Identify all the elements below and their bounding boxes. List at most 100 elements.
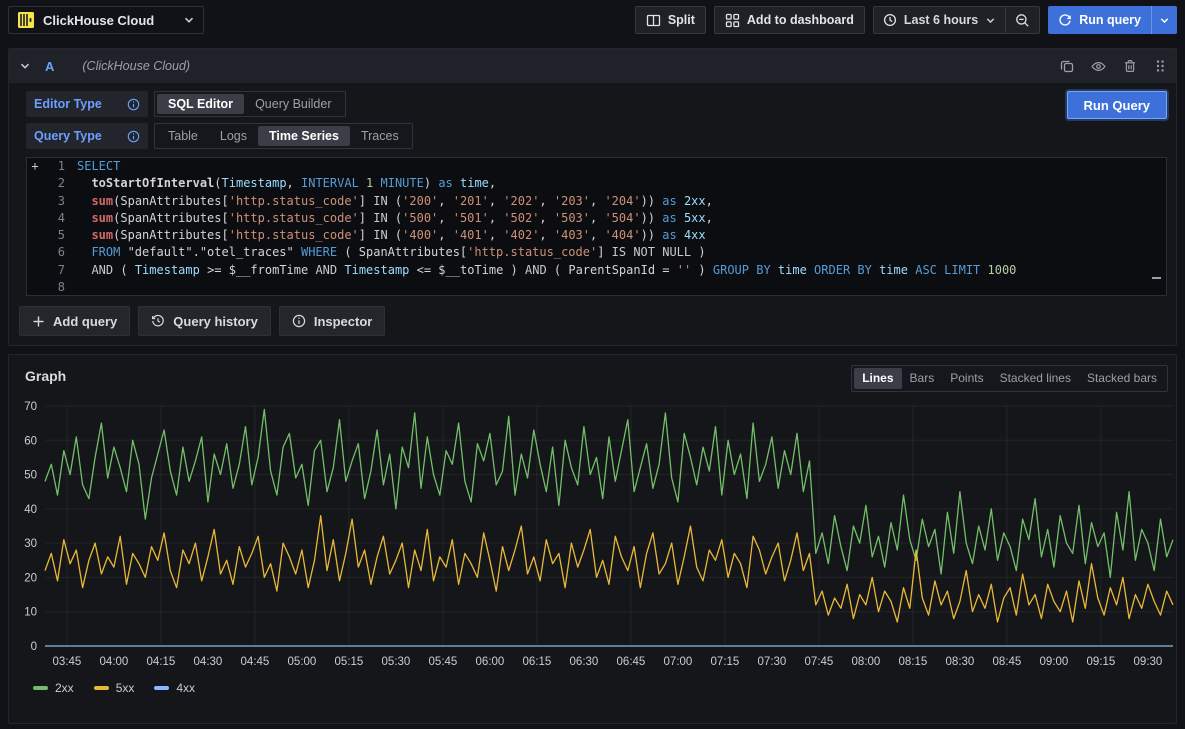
graph-panel: Graph Lines Bars Points Stacked lines St… [8, 354, 1177, 724]
add-query-button[interactable]: Add query [19, 306, 130, 336]
editor-type-label: Editor Type [34, 97, 102, 111]
legend-item-5xx[interactable]: 5xx [94, 681, 135, 695]
svg-text:07:45: 07:45 [805, 656, 834, 668]
query-history-label: Query history [173, 314, 258, 329]
zoom-out-button[interactable] [1005, 7, 1039, 33]
inspector-button[interactable]: Inspector [279, 306, 386, 336]
info-icon[interactable] [127, 98, 140, 111]
svg-text:04:45: 04:45 [241, 656, 270, 668]
svg-text:0: 0 [31, 641, 37, 653]
svg-text:08:30: 08:30 [946, 656, 975, 668]
clickhouse-logo-icon [17, 11, 35, 29]
svg-text:09:30: 09:30 [1134, 656, 1163, 668]
run-query-button-top[interactable]: Run query [1048, 6, 1151, 34]
datasource-picker[interactable]: ClickHouse Cloud [8, 6, 204, 34]
sql-line-8[interactable]: 8 [27, 279, 1166, 296]
info-icon[interactable] [127, 130, 140, 143]
svg-text:08:15: 08:15 [899, 656, 928, 668]
add-to-dashboard-button[interactable]: Add to dashboard [714, 6, 865, 34]
editor-cursor [1152, 277, 1161, 279]
query-type-table[interactable]: Table [157, 126, 209, 146]
graph-title: Graph [25, 368, 66, 384]
legend-item-4xx[interactable]: 4xx [154, 681, 195, 695]
run-query-dropdown[interactable] [1151, 6, 1177, 34]
query-type-time-series[interactable]: Time Series [258, 126, 350, 146]
svg-text:60: 60 [24, 435, 37, 447]
sql-code-editor[interactable]: +1SELECT2 toStartOfInterval(Timestamp, I… [26, 157, 1167, 296]
query-type-logs[interactable]: Logs [209, 126, 258, 146]
query-type-label-box: Query Type [26, 123, 148, 149]
datasource-name: ClickHouse Cloud [43, 13, 175, 28]
svg-text:09:00: 09:00 [1040, 656, 1069, 668]
sql-line-2[interactable]: 2 toStartOfInterval(Timestamp, INTERVAL … [27, 175, 1166, 192]
plus-icon [32, 315, 45, 328]
svg-text:04:00: 04:00 [100, 656, 129, 668]
time-range-label: Last 6 hours [904, 13, 978, 27]
duplicate-icon[interactable] [1060, 59, 1074, 73]
svg-text:10: 10 [24, 607, 37, 619]
svg-text:08:45: 08:45 [993, 656, 1022, 668]
svg-text:05:30: 05:30 [382, 656, 411, 668]
query-history-button[interactable]: Query history [138, 306, 271, 336]
mode-stacked-lines[interactable]: Stacked lines [992, 368, 1079, 389]
svg-text:06:30: 06:30 [570, 656, 599, 668]
editor-type-query-builder[interactable]: Query Builder [244, 94, 342, 114]
eye-icon[interactable] [1091, 59, 1106, 74]
query-type-traces[interactable]: Traces [350, 126, 410, 146]
sql-code-lines: +1SELECT2 toStartOfInterval(Timestamp, I… [27, 158, 1166, 296]
query-actions [1060, 59, 1166, 74]
mode-stacked-bars[interactable]: Stacked bars [1079, 368, 1165, 389]
split-button[interactable]: Split [635, 6, 706, 34]
svg-text:50: 50 [24, 470, 37, 482]
legend-item-2xx[interactable]: 2xx [33, 681, 74, 695]
run-query-label: Run query [1079, 13, 1141, 27]
drag-handle-icon[interactable] [1154, 59, 1166, 73]
sql-line-1[interactable]: +1SELECT [27, 158, 1166, 175]
sql-line-4[interactable]: 4 sum(SpanAttributes['http.status_code']… [27, 210, 1166, 227]
clock-icon [883, 13, 897, 27]
run-query-button-editor[interactable]: Run Query [1067, 91, 1167, 119]
split-icon [646, 13, 661, 28]
info-icon [292, 314, 306, 328]
svg-text:05:45: 05:45 [429, 656, 458, 668]
add-query-label: Add query [53, 314, 117, 329]
run-query-split-button: Run query [1048, 6, 1177, 34]
query-body: Run Query Editor Type SQL Editor Query B… [9, 83, 1176, 296]
editor-type-sql-editor[interactable]: SQL Editor [157, 94, 244, 114]
query-type-label: Query Type [34, 129, 102, 143]
svg-text:06:45: 06:45 [617, 656, 646, 668]
mode-lines[interactable]: Lines [854, 368, 901, 389]
legend-swatch-5xx [94, 686, 109, 690]
editor-type-row: Editor Type SQL Editor Query Builder [26, 91, 1167, 117]
sql-line-6[interactable]: 6 FROM "default"."otel_traces" WHERE ( S… [27, 244, 1166, 261]
query-ref-id: A [45, 59, 54, 74]
svg-text:30: 30 [24, 538, 37, 550]
query-header-row[interactable]: A (ClickHouse Cloud) [9, 49, 1176, 83]
mode-points[interactable]: Points [942, 368, 991, 389]
svg-text:03:45: 03:45 [53, 656, 82, 668]
sql-line-7[interactable]: 7 AND ( Timestamp >= $__fromTime AND Tim… [27, 262, 1166, 279]
time-range-button[interactable]: Last 6 hours [874, 7, 1005, 33]
refresh-icon [1058, 13, 1072, 27]
sql-line-3[interactable]: 3 sum(SpanAttributes['http.status_code']… [27, 193, 1166, 210]
query-type-group: Table Logs Time Series Traces [154, 123, 413, 149]
trash-icon[interactable] [1123, 59, 1137, 73]
chevron-down-icon [985, 15, 996, 26]
svg-text:08:00: 08:00 [852, 656, 881, 668]
mode-bars[interactable]: Bars [902, 368, 943, 389]
inspector-label: Inspector [314, 314, 373, 329]
time-series-chart[interactable]: 01020304050607003:4504:0004:1504:3004:45… [9, 392, 1176, 679]
svg-text:05:00: 05:00 [288, 656, 317, 668]
chart-legend: 2xx 5xx 4xx [9, 679, 1176, 695]
collapse-chevron-icon [19, 60, 31, 72]
sql-line-5[interactable]: 5 sum(SpanAttributes['http.status_code']… [27, 227, 1166, 244]
legend-swatch-2xx [33, 686, 48, 690]
query-datasource-hint: (ClickHouse Cloud) [82, 59, 190, 73]
svg-text:40: 40 [24, 504, 37, 516]
svg-text:07:00: 07:00 [664, 656, 693, 668]
graph-header: Graph Lines Bars Points Stacked lines St… [9, 355, 1176, 392]
svg-text:70: 70 [24, 401, 37, 413]
svg-text:04:30: 04:30 [194, 656, 223, 668]
zoom-out-icon [1015, 13, 1030, 28]
dashboard-grid-icon [725, 13, 740, 28]
